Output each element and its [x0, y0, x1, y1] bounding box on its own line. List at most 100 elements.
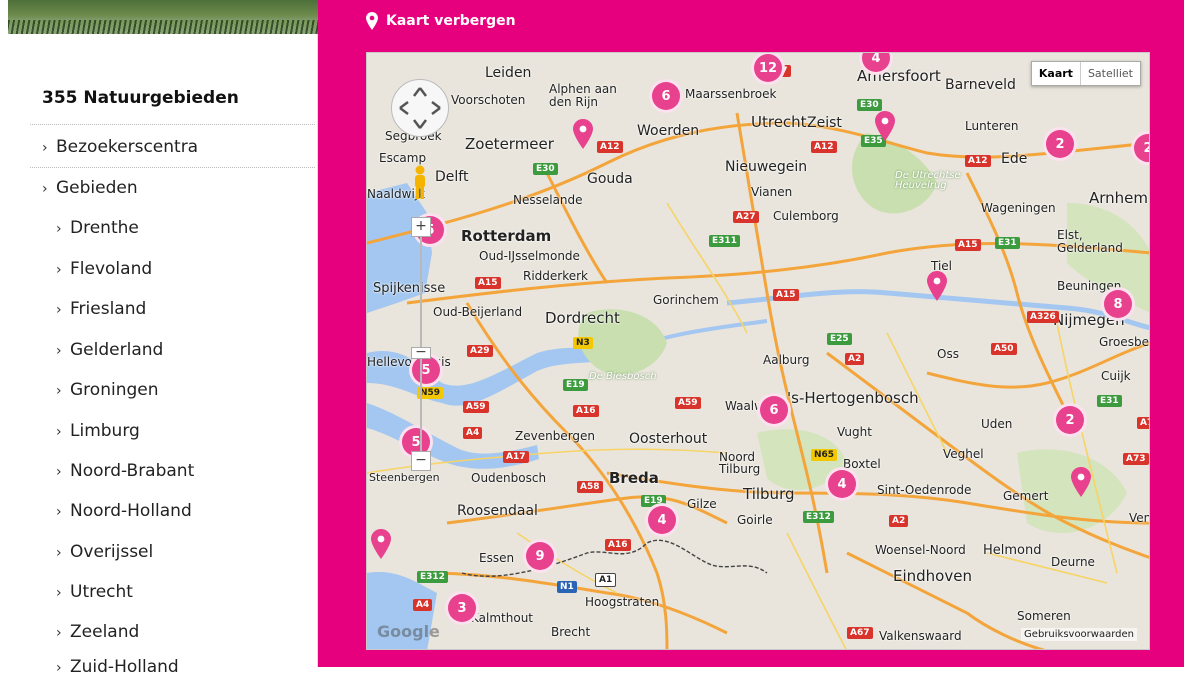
hide-map-toggle[interactable]: Kaart verbergen — [366, 12, 516, 30]
place-label: Essen — [479, 551, 515, 565]
place-label: Elst, Gelderland — [1057, 228, 1123, 255]
place-label: Helmond — [983, 543, 1042, 558]
sidebar-item-label: Friesland — [70, 299, 147, 319]
sidebar-item-noord-holland[interactable]: › Noord-Holland — [56, 501, 192, 521]
road-shield: A73 — [1123, 453, 1149, 465]
place-label: Uden — [981, 417, 1013, 431]
marker-cluster[interactable]: 2 — [1043, 127, 1077, 161]
sidebar-item-overijssel[interactable]: › Overijssel — [56, 542, 153, 562]
marker-cluster[interactable]: 6 — [649, 79, 683, 113]
sidebar-item-label: Gelderland — [70, 340, 164, 360]
place-label: Eindhoven — [893, 567, 972, 585]
terms-link[interactable]: Gebruiksvoorwaarden — [1021, 628, 1137, 641]
marker-cluster[interactable]: 8 — [1101, 287, 1135, 321]
pan-control[interactable] — [391, 79, 449, 137]
road-shield: E30 — [533, 163, 558, 175]
place-label: Gouda — [587, 171, 633, 187]
map-pin-icon[interactable] — [927, 271, 947, 301]
chevron-right-icon: › — [56, 464, 62, 480]
place-label: Groesbeek — [1099, 335, 1149, 349]
sidebar-item-gebieden[interactable]: › Gebieden — [42, 178, 138, 198]
map-type-control: Kaart Satelliet — [1030, 61, 1141, 86]
chevron-right-icon: › — [56, 545, 62, 561]
sidebar-item-friesland[interactable]: › Friesland — [56, 299, 146, 319]
marker-cluster[interactable]: 12 — [751, 53, 785, 85]
place-label: Gilze — [687, 497, 717, 511]
road-shield: E312 — [803, 511, 834, 523]
sidebar-item-zeeland[interactable]: › Zeeland — [56, 622, 139, 642]
chevron-right-icon: › — [56, 625, 62, 641]
road-shield: A15 — [773, 289, 799, 301]
marker-cluster[interactable]: 2 — [1053, 403, 1087, 437]
cluster-count: 2 — [1065, 412, 1075, 428]
sidebar-item-bezoekerscentra[interactable]: › Bezoekerscentra — [42, 137, 198, 157]
road-shield: A12 — [597, 141, 623, 153]
hide-map-label: Kaart verbergen — [386, 13, 516, 29]
sidebar-item-gelderland[interactable]: › Gelderland — [56, 340, 163, 360]
road-shield: A2 — [845, 353, 865, 365]
map-pin-icon[interactable] — [875, 111, 895, 141]
road-shield: A16 — [573, 405, 599, 417]
place-label: Gemert — [1003, 489, 1049, 503]
pegman-icon[interactable] — [413, 165, 427, 199]
sidebar-item-groningen[interactable]: › Groningen — [56, 380, 159, 400]
place-label: Spijkenisse — [373, 281, 446, 296]
marker-cluster[interactable]: 4 — [645, 503, 679, 537]
place-label: Oss — [937, 347, 959, 361]
place-label: Oud-IJsselmonde — [479, 249, 580, 263]
sidebar-item-label: Groningen — [70, 380, 159, 400]
marker-cluster[interactable]: 6 — [757, 393, 791, 427]
sidebar-item-limburg[interactable]: › Limburg — [56, 421, 140, 441]
place-label: Wageningen — [981, 201, 1056, 215]
chevron-right-icon: › — [56, 504, 62, 520]
sidebar-count-title: 355 Natuurgebieden — [42, 88, 239, 108]
sidebar-item-label: Zeeland — [70, 622, 140, 642]
map-pin-icon[interactable] — [573, 119, 593, 149]
marker-cluster[interactable]: 4 — [825, 467, 859, 501]
zoom-out-button[interactable]: − — [411, 451, 431, 471]
header-photo — [8, 0, 318, 34]
chevron-right-icon: › — [42, 140, 48, 156]
cluster-count: 6 — [769, 402, 779, 418]
place-label: Noord Tilburg — [719, 450, 761, 476]
satellite-type-button[interactable]: Satelliet — [1079, 62, 1140, 85]
chevron-right-icon: › — [56, 262, 62, 278]
place-label: Utrecht — [751, 113, 807, 131]
divider — [30, 124, 315, 125]
place-label: Culemborg — [773, 209, 839, 223]
marker-cluster[interactable]: 9 — [523, 539, 557, 573]
map-pin-icon[interactable] — [1071, 467, 1091, 497]
sidebar-item-noord-brabant[interactable]: › Noord-Brabant — [56, 461, 194, 481]
sidebar-item-label: Limburg — [70, 421, 140, 441]
nature-area-label: De Biesbosch — [589, 371, 657, 382]
road-shield: A12 — [965, 155, 991, 167]
map-canvas[interactable]: Leiden Voorschoten Alphen aan den Rijn M… — [366, 52, 1150, 650]
place-label: Venray — [1129, 511, 1150, 525]
map-type-button[interactable]: Kaart — [1032, 62, 1080, 85]
sidebar-item-zuid-holland[interactable]: › Zuid-Holland — [56, 657, 179, 677]
chevron-right-icon: › — [56, 660, 62, 676]
place-label: Zevenbergen — [515, 429, 596, 443]
road-shield: A15 — [475, 277, 501, 289]
sidebar-item-drenthe[interactable]: › Drenthe — [56, 218, 139, 238]
place-label: Gorinchem — [653, 293, 719, 307]
road-shield: A2 — [889, 515, 909, 527]
place-label: Barneveld — [945, 77, 1016, 93]
road-shield: A4 — [463, 427, 483, 439]
map-pin-icon[interactable] — [371, 529, 391, 559]
place-label: Roosendaal — [457, 503, 538, 519]
sidebar-item-flevoland[interactable]: › Flevoland — [56, 259, 152, 279]
zoom-in-button[interactable]: + — [411, 217, 431, 237]
place-label: Hoogstraten — [585, 595, 660, 609]
chevron-right-icon: › — [56, 343, 62, 359]
marker-cluster[interactable]: 3 — [445, 591, 479, 625]
place-label: Zoetermeer — [465, 135, 554, 153]
map-pin-icon — [366, 12, 378, 30]
zoom-slider-track[interactable] — [420, 218, 422, 463]
place-label: Goirle — [737, 513, 773, 527]
road-shield: A27 — [733, 211, 759, 223]
sidebar-item-utrecht[interactable]: › Utrecht — [56, 582, 133, 602]
zoom-slider-handle[interactable]: − — [411, 345, 431, 359]
place-label: Woensel-Noord — [875, 543, 966, 557]
place-label: Vught — [837, 425, 872, 439]
